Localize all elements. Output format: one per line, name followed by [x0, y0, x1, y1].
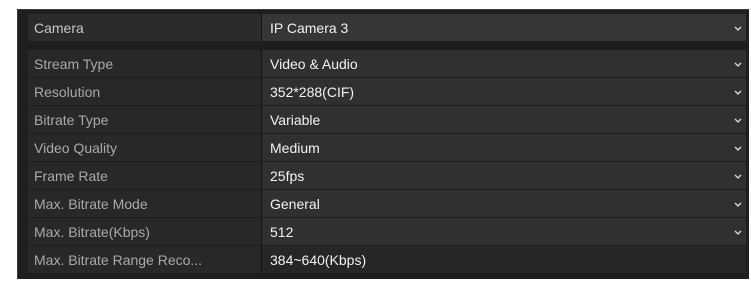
bitrate-type-value: Variable — [270, 111, 321, 128]
resolution-select[interactable]: 352*288(CIF) — [262, 78, 746, 105]
max-bitrate-row: Max. Bitrate(Kbps) 512 — [28, 218, 746, 245]
frame-rate-select[interactable]: 25fps — [262, 162, 746, 189]
stream-type-select[interactable]: Video & Audio — [262, 50, 746, 77]
max-bitrate-mode-select[interactable]: General — [262, 190, 746, 217]
chevron-down-icon[interactable] — [733, 23, 743, 33]
max-bitrate-value: 512 — [270, 223, 294, 240]
resolution-label: Resolution — [28, 78, 262, 105]
stream-type-label: Stream Type — [28, 50, 262, 77]
camera-row: Camera IP Camera 3 — [28, 14, 746, 41]
chevron-down-icon[interactable] — [733, 171, 743, 181]
max-bitrate-range-row: Max. Bitrate Range Reco... 384~640(Kbps) — [28, 246, 746, 273]
bitrate-type-row: Bitrate Type Variable — [28, 106, 746, 133]
resolution-value: 352*288(CIF) — [270, 83, 355, 100]
camera-value: IP Camera 3 — [270, 19, 349, 36]
max-bitrate-range-label: Max. Bitrate Range Reco... — [28, 246, 262, 273]
video-quality-row: Video Quality Medium — [28, 134, 746, 161]
max-bitrate-mode-label: Max. Bitrate Mode — [28, 190, 262, 217]
video-quality-select[interactable]: Medium — [262, 134, 746, 161]
max-bitrate-label: Max. Bitrate(Kbps) — [28, 218, 262, 245]
max-bitrate-mode-value: General — [270, 195, 320, 212]
stream-type-row: Stream Type Video & Audio — [28, 50, 746, 77]
chevron-down-icon[interactable] — [733, 59, 743, 69]
chevron-down-icon[interactable] — [733, 143, 743, 153]
chevron-down-icon[interactable] — [733, 227, 743, 237]
max-bitrate-range-value: 384~640(Kbps) — [262, 246, 746, 273]
max-bitrate-mode-row: Max. Bitrate Mode General — [28, 190, 746, 217]
chevron-down-icon[interactable] — [733, 87, 743, 97]
video-quality-label: Video Quality — [28, 134, 262, 161]
chevron-down-icon[interactable] — [733, 115, 743, 125]
camera-select[interactable]: IP Camera 3 — [262, 14, 746, 41]
max-bitrate-select[interactable]: 512 — [262, 218, 746, 245]
bitrate-type-label: Bitrate Type — [28, 106, 262, 133]
video-quality-value: Medium — [270, 139, 320, 156]
frame-rate-row: Frame Rate 25fps — [28, 162, 746, 189]
camera-label: Camera — [28, 14, 262, 41]
resolution-row: Resolution 352*288(CIF) — [28, 78, 746, 105]
bitrate-type-select[interactable]: Variable — [262, 106, 746, 133]
stream-settings-panel: Camera IP Camera 3 Stream Type Video & A… — [17, 9, 749, 279]
frame-rate-value: 25fps — [270, 167, 305, 184]
chevron-down-icon[interactable] — [733, 199, 743, 209]
stream-type-value: Video & Audio — [270, 55, 358, 72]
frame-rate-label: Frame Rate — [28, 162, 262, 189]
